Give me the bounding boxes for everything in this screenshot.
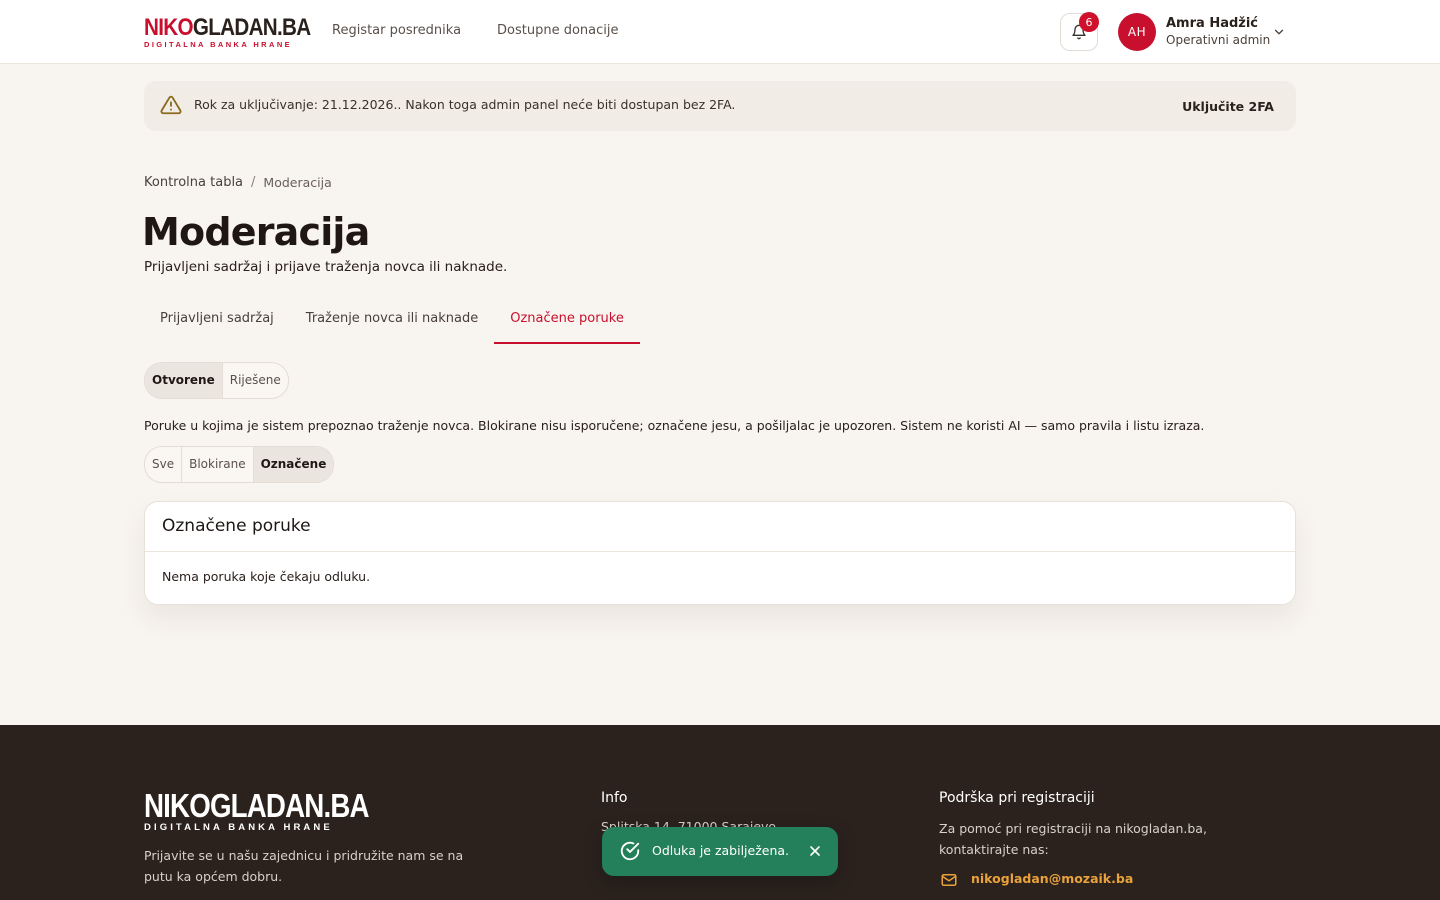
- status-filter-rijesene[interactable]: Riješene: [223, 363, 288, 398]
- notification-count-badge: 6: [1079, 12, 1099, 32]
- mail-icon: [941, 874, 957, 886]
- type-filter-blokirane[interactable]: Blokirane: [182, 447, 254, 482]
- logo[interactable]: NIKOGLADAN.BA DIGITALNA BANKA HRANE: [144, 16, 338, 49]
- twofa-alert-banner: Rok za uključivanje: 21.12.2026.. Nakon …: [144, 81, 1296, 131]
- footer-email-link[interactable]: nikogladan@mozaik.ba: [971, 871, 1133, 886]
- footer-tagline: Prijavite se u našu zajednicu i pridruži…: [144, 848, 464, 884]
- main-nav: Registar posrednika Dostupne donacije: [332, 23, 619, 38]
- footer-info-title: Info: [601, 790, 628, 806]
- logo-tagline: DIGITALNA BANKA HRANE: [144, 40, 293, 49]
- close-icon[interactable]: [807, 843, 823, 859]
- enable-2fa-link[interactable]: Uključite 2FA: [1182, 99, 1274, 114]
- top-header: NIKOGLADAN.BA DIGITALNA BANKA HRANE Regi…: [0, 0, 1440, 64]
- avatar[interactable]: AH: [1118, 13, 1156, 51]
- info-text: Poruke u kojima je sistem prepoznao traž…: [144, 418, 1205, 433]
- tab-oznacene-poruke[interactable]: Označene poruke: [494, 298, 640, 344]
- type-filter-sve[interactable]: Sve: [145, 447, 183, 482]
- breadcrumb-separator: /: [251, 175, 256, 190]
- tab-prijavljeni-sadrzaj[interactable]: Prijavljeni sadržaj: [144, 298, 290, 344]
- success-toast: Odluka je zabilježena.: [602, 827, 838, 876]
- logo-part-red: NIKO: [144, 14, 194, 41]
- banner-text: Rok za uključivanje: 21.12.2026.. Nakon …: [194, 97, 736, 112]
- logo-part-dark: GLADAN.BA: [192, 14, 311, 41]
- user-name[interactable]: Amra Hadžić: [1166, 16, 1258, 31]
- user-role: Operativni admin: [1166, 33, 1271, 47]
- footer-support-title: Podrška pri registraciji: [939, 790, 1095, 806]
- logo-wordmark: NIKOGLADAN.BA: [144, 16, 311, 40]
- breadcrumb-current: Moderacija: [263, 175, 332, 190]
- footer-logo-tagline: DIGITALNA BANKA HRANE: [144, 822, 333, 833]
- card-divider: [145, 551, 1295, 552]
- toast-message: Odluka je zabilježena.: [652, 843, 790, 858]
- flagged-messages-card: Označene poruke Nema poruka koje čekaju …: [144, 501, 1296, 605]
- type-filter: Sve Blokirane Označene: [144, 446, 335, 483]
- warning-icon: [160, 95, 182, 115]
- type-filter-oznacene[interactable]: Označene: [253, 447, 334, 482]
- nav-dostupne-donacije[interactable]: Dostupne donacije: [497, 23, 618, 38]
- nav-registar-posrednika[interactable]: Registar posrednika: [332, 23, 461, 38]
- moderation-tabs: Prijavljeni sadržaj Traženje novca ili n…: [144, 298, 640, 344]
- card-title: Označene poruke: [162, 516, 311, 536]
- check-circle-icon: [620, 841, 640, 861]
- tab-trazenje-novca[interactable]: Traženje novca ili naknade: [290, 298, 494, 344]
- breadcrumb: Kontrolna tabla / Moderacija: [144, 175, 332, 190]
- status-filter: Otvorene Riješene: [144, 362, 289, 399]
- status-filter-otvorene[interactable]: Otvorene: [145, 363, 223, 398]
- footer-support-text: Za pomoć pri registraciji na nikogladan.…: [939, 821, 1207, 857]
- empty-state-message: Nema poruka koje čekaju odluku.: [162, 569, 371, 584]
- footer-logo[interactable]: NIKOGLADAN.BA DIGITALNA BANKA HRANE: [144, 789, 411, 833]
- breadcrumb-home-link[interactable]: Kontrolna tabla: [144, 175, 243, 190]
- footer-logo-wordmark: NIKOGLADAN.BA: [144, 787, 370, 824]
- chevron-down-icon[interactable]: [1272, 25, 1286, 39]
- page-title: Moderacija: [142, 210, 370, 254]
- page-subtitle: Prijavljeni sadržaj i prijave traženja n…: [144, 259, 508, 275]
